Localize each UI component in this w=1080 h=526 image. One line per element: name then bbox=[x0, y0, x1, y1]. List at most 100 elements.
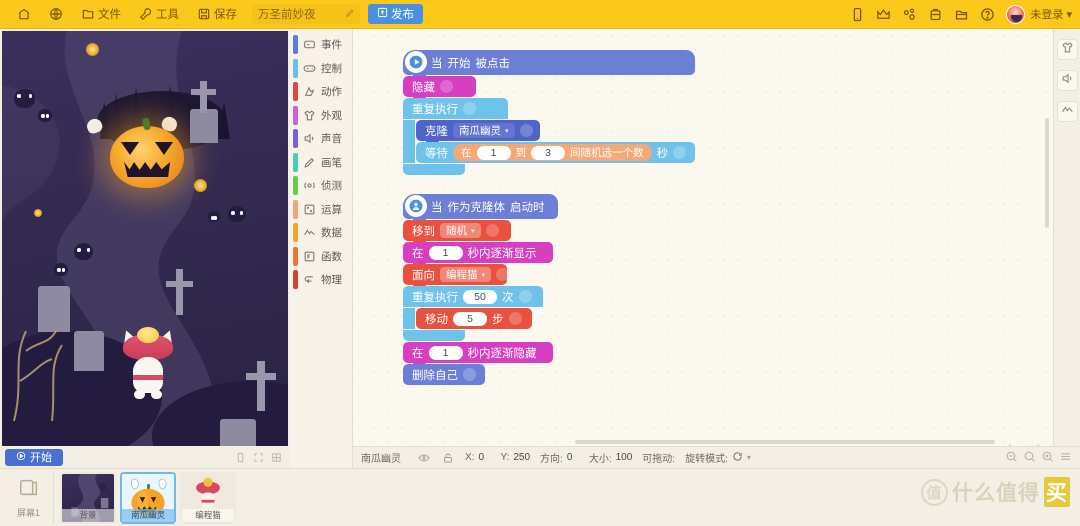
category-control[interactable]: 控制 bbox=[290, 57, 352, 81]
repeat-label: 重复执行 bbox=[412, 291, 458, 304]
stage-cell[interactable]: 屏幕1 bbox=[4, 471, 54, 524]
data-tab[interactable] bbox=[1056, 101, 1078, 122]
point-toward-block[interactable]: 面向 编程猫 ▾ bbox=[403, 264, 510, 289]
status-x-label: X: bbox=[465, 452, 475, 463]
category-data[interactable]: 数据 bbox=[290, 221, 352, 245]
backpack-button[interactable] bbox=[922, 3, 948, 25]
stage-controls: 开始 bbox=[0, 446, 290, 468]
repeat-forever-header[interactable]: 重复执行 bbox=[403, 98, 508, 119]
rotation-mode-icon[interactable] bbox=[732, 451, 743, 465]
category-pen[interactable]: 画笔 bbox=[290, 151, 352, 175]
glide-show-block[interactable]: 在 1 秒内逐渐显示 bbox=[403, 242, 553, 267]
repeat-count-input[interactable]: 50 bbox=[463, 289, 497, 304]
costume-tab[interactable] bbox=[1056, 39, 1078, 60]
fullscreen-icon[interactable] bbox=[249, 449, 267, 465]
unlock-icon[interactable] bbox=[441, 452, 455, 464]
clone-target-dropdown[interactable]: 南瓜幽灵 ▾ bbox=[453, 123, 515, 138]
category-sound[interactable]: 声音 bbox=[290, 127, 352, 151]
zoom-in-icon[interactable] bbox=[1041, 450, 1054, 466]
goto-target-dropdown[interactable]: 随机 ▾ bbox=[440, 223, 481, 238]
list-icon[interactable] bbox=[1059, 450, 1072, 466]
status-draggable[interactable]: 可拖动: bbox=[642, 450, 675, 465]
category-color-bar bbox=[293, 35, 298, 54]
zoom-out-icon[interactable] bbox=[1005, 450, 1018, 466]
pumpkin-sprite[interactable] bbox=[110, 117, 184, 188]
sprite-cell-pumpkin[interactable]: 南瓜幽灵 bbox=[120, 471, 176, 524]
move-steps-block[interactable]: 移动 5 步 bbox=[416, 308, 532, 329]
block-endcap bbox=[463, 368, 476, 381]
when-flag-clicked-hat[interactable]: 当 开始 被点击 bbox=[403, 50, 695, 79]
status-rotation-mode[interactable]: 旋转模式: ▾ bbox=[685, 450, 751, 465]
category-operators[interactable]: 运算 bbox=[290, 198, 352, 222]
device-icon[interactable] bbox=[231, 449, 249, 465]
grid-icon[interactable] bbox=[267, 449, 285, 465]
goto-block[interactable]: 移到 随机 ▾ bbox=[403, 220, 511, 245]
status-size[interactable]: 大小: 100 bbox=[589, 450, 632, 465]
crown-button[interactable] bbox=[870, 3, 896, 25]
category-sensing[interactable]: 侦测 bbox=[290, 174, 352, 198]
point-target-dropdown[interactable]: 编程猫 ▾ bbox=[440, 267, 492, 282]
status-direction[interactable]: 方向: 0 bbox=[540, 450, 579, 465]
clone-block[interactable]: 克隆 南瓜幽灵 ▾ bbox=[416, 120, 540, 145]
sensing-icon bbox=[303, 179, 316, 192]
status-size-label: 大小: bbox=[588, 454, 612, 465]
zoom-reset-icon[interactable] bbox=[1023, 450, 1036, 466]
cross-3-v bbox=[176, 269, 183, 315]
random-max-input[interactable]: 3 bbox=[531, 145, 565, 160]
language-button[interactable] bbox=[40, 3, 72, 25]
glide-hide-seconds-input[interactable]: 1 bbox=[428, 345, 463, 360]
category-events[interactable]: 事件 bbox=[290, 33, 352, 57]
glide-show-seconds-input[interactable]: 1 bbox=[428, 245, 463, 260]
canvas-horizontal-scrollbar[interactable] bbox=[575, 440, 995, 444]
repeat-forever-block[interactable]: 重复执行 克隆 南瓜幽灵 ▾ 等待 在 1 到 3 间随机选一个数 秒 bbox=[403, 98, 695, 175]
sprite-cell-background[interactable]: 背景 bbox=[60, 471, 116, 524]
repeat-unit-label: 次 bbox=[502, 291, 514, 304]
mobile-preview-button[interactable] bbox=[844, 3, 870, 25]
category-motion[interactable]: 动作 bbox=[290, 80, 352, 104]
sound-tab[interactable] bbox=[1056, 70, 1078, 91]
status-y[interactable]: Y: 250 bbox=[500, 452, 530, 463]
script-clone-start[interactable]: 当 作为克隆体 启动时 移到 随机 ▾ 在 1 秒内逐渐显示 面向 编程猫 ▾ … bbox=[403, 194, 558, 386]
glide-hide-block[interactable]: 在 1 秒内逐渐隐藏 bbox=[403, 342, 553, 367]
repeat-count-block[interactable]: 重复执行 50 次 移动 5 步 bbox=[403, 286, 558, 341]
login-status[interactable]: 未登录 ▾ bbox=[1030, 6, 1072, 22]
zoom-controls bbox=[1005, 450, 1072, 466]
c-block-foot bbox=[403, 164, 465, 175]
save-button[interactable]: 保存 bbox=[188, 3, 246, 25]
category-looks[interactable]: 外观 bbox=[290, 104, 352, 128]
file-menu[interactable]: 文件 bbox=[72, 3, 130, 25]
sprite-cell-cat[interactable]: 编程猫 bbox=[180, 471, 236, 524]
avatar[interactable] bbox=[1006, 4, 1026, 24]
start-button[interactable]: 开始 bbox=[5, 448, 63, 466]
publish-button[interactable]: 发布 bbox=[368, 4, 423, 24]
glide-hide-label-tail: 秒内逐渐隐藏 bbox=[467, 347, 537, 360]
code-canvas[interactable]: 当 开始 被点击 隐藏 重复执行 克隆 南瓜幽灵 ▾ 等待 在 1 到 3 间随… bbox=[353, 29, 1053, 468]
random-min-input[interactable]: 1 bbox=[476, 145, 511, 160]
folder-button[interactable] bbox=[948, 3, 974, 25]
stage-canvas[interactable] bbox=[2, 31, 288, 446]
hide-block[interactable]: 隐藏 bbox=[403, 76, 476, 101]
status-x[interactable]: X: 0 bbox=[465, 452, 490, 463]
category-functions[interactable]: 函数 bbox=[290, 245, 352, 269]
tools-menu[interactable]: 工具 bbox=[130, 3, 188, 25]
script-green-flag[interactable]: 当 开始 被点击 隐藏 重复执行 克隆 南瓜幽灵 ▾ 等待 在 1 到 3 间随… bbox=[403, 50, 695, 175]
home-button[interactable] bbox=[8, 3, 40, 25]
watermark-mark: 值 bbox=[921, 478, 948, 506]
wait-block[interactable]: 等待 在 1 到 3 间随机选一个数 秒 bbox=[416, 142, 695, 163]
canvas-vertical-scrollbar[interactable] bbox=[1045, 118, 1049, 228]
sprite-status-bar: 南瓜幽灵 X: 0 Y: 250 方向: 0 大小: 100 可拖动: 旋转模式… bbox=[353, 446, 1080, 468]
pick-random-reporter[interactable]: 在 1 到 3 间随机选一个数 bbox=[453, 144, 652, 161]
move-steps-input[interactable]: 5 bbox=[453, 311, 487, 326]
c-block-spine bbox=[403, 120, 415, 163]
cat-sprite[interactable] bbox=[120, 327, 176, 400]
edit-pencil-icon[interactable] bbox=[345, 8, 355, 21]
when-clone-start-hat[interactable]: 当 作为克隆体 启动时 bbox=[403, 194, 558, 223]
repeat-count-header[interactable]: 重复执行 50 次 bbox=[403, 286, 543, 307]
delete-clone-block[interactable]: 删除自己 bbox=[403, 364, 485, 385]
eye-icon[interactable] bbox=[417, 452, 431, 464]
project-name-field[interactable]: 万圣前妙夜 bbox=[252, 4, 360, 24]
help-button[interactable] bbox=[974, 3, 1000, 25]
share-button[interactable] bbox=[896, 3, 922, 25]
category-physics[interactable]: 物理 bbox=[290, 268, 352, 292]
firefly-3 bbox=[34, 209, 42, 217]
